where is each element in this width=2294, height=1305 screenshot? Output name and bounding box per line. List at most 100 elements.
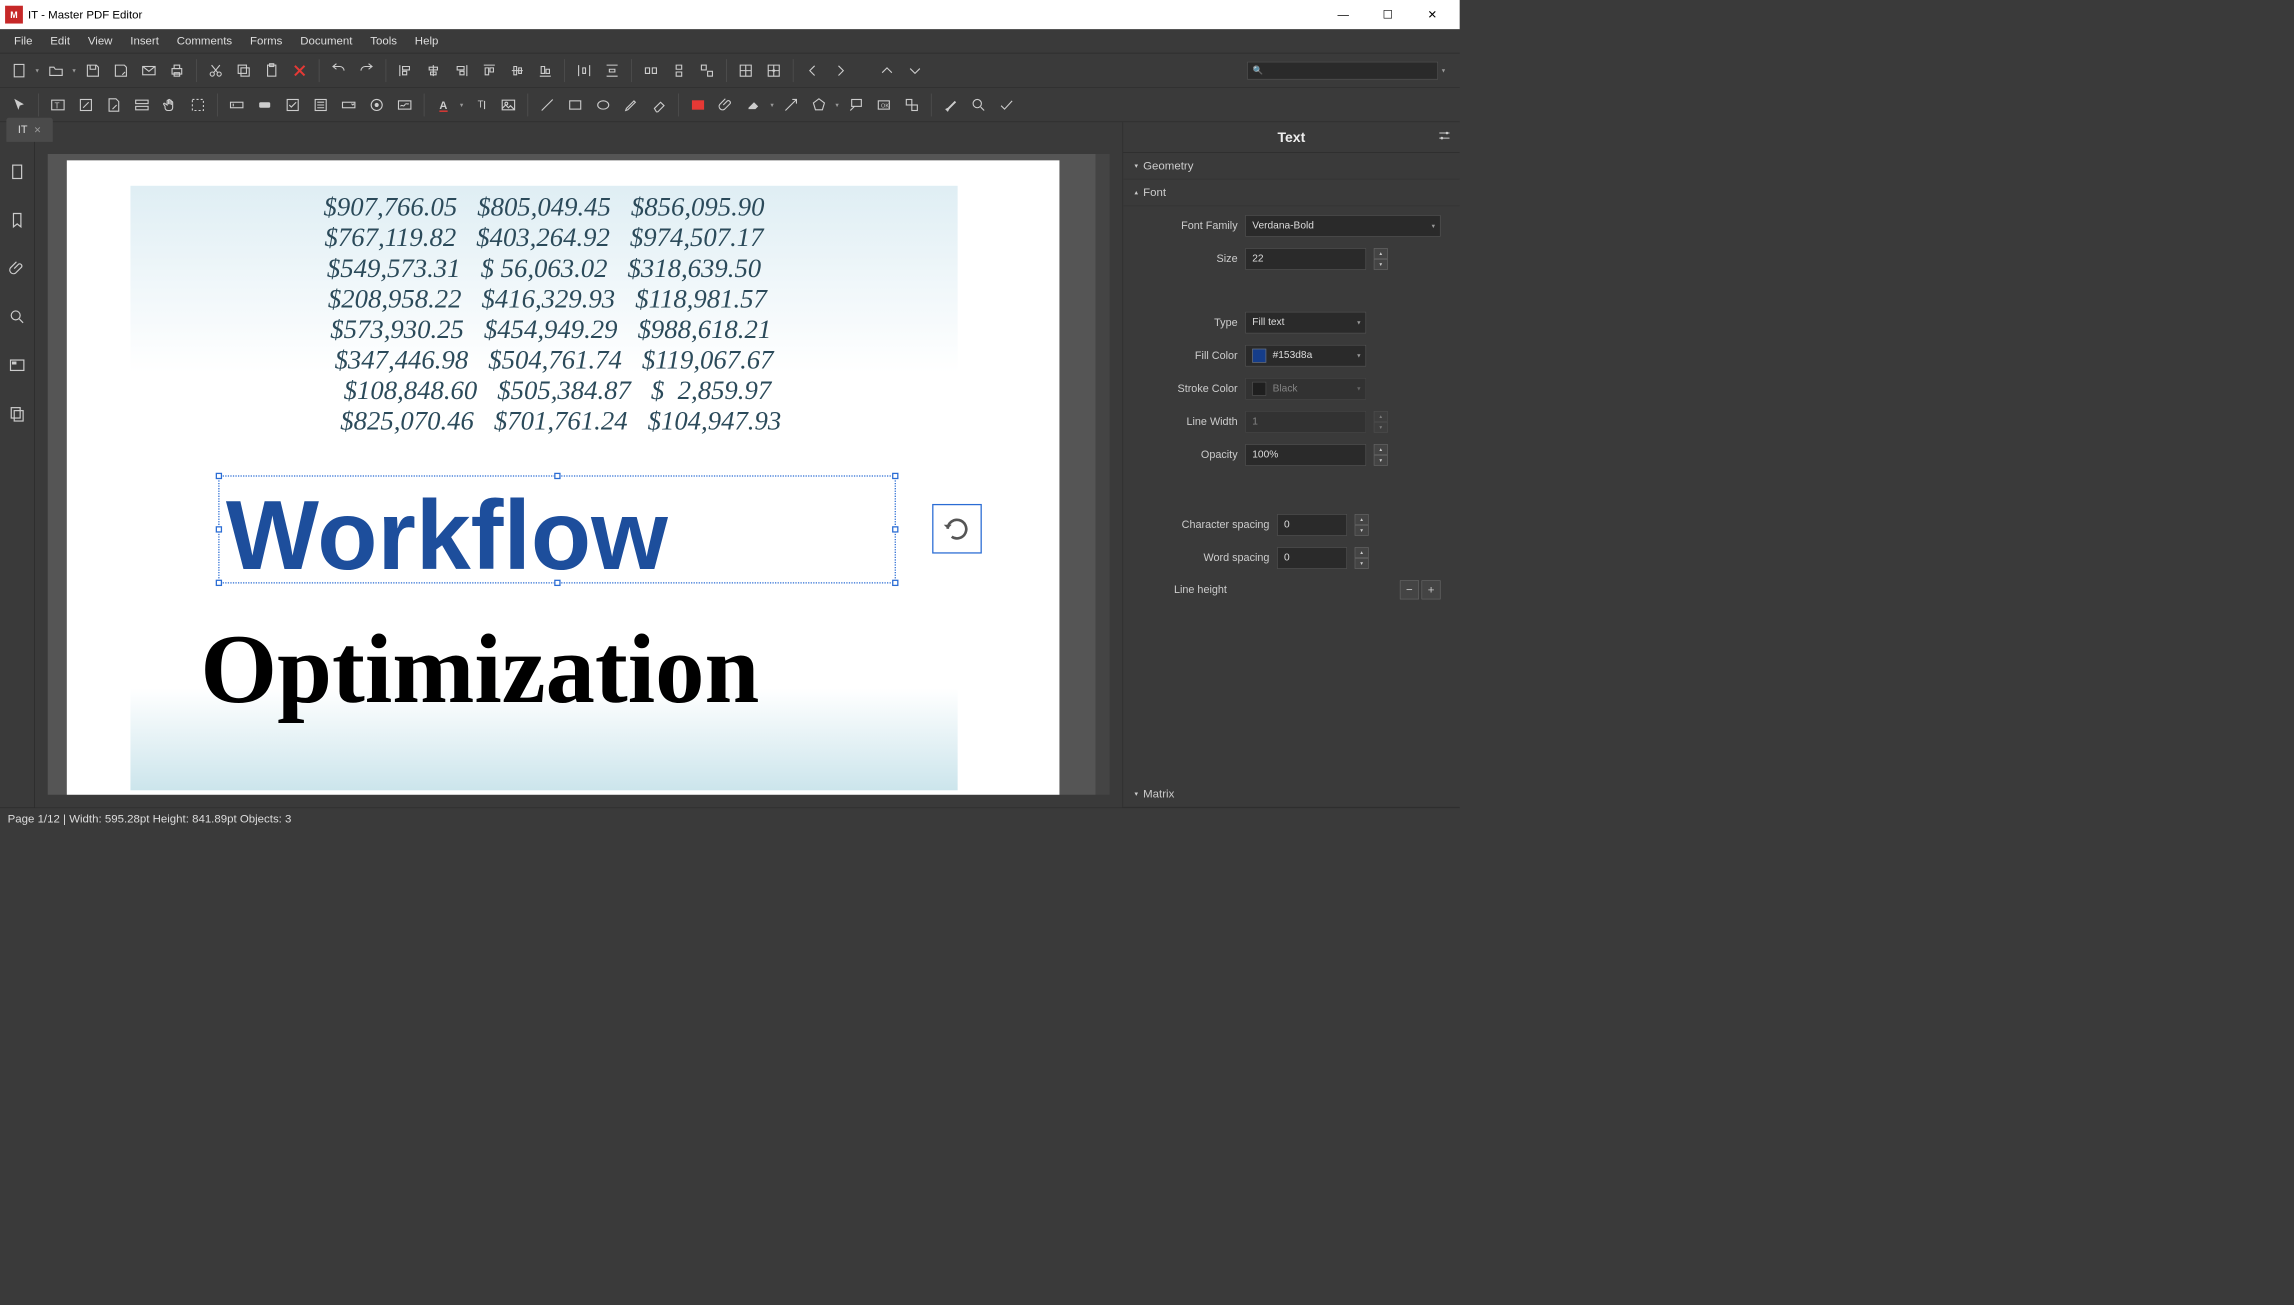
- size-spinner[interactable]: ▴▾: [1374, 248, 1388, 270]
- close-button[interactable]: ✕: [1410, 0, 1455, 29]
- align-top-icon[interactable]: [477, 58, 502, 83]
- rotate-handle-icon[interactable]: [932, 504, 982, 554]
- font-size-input[interactable]: 22: [1245, 248, 1366, 270]
- redact-icon[interactable]: [938, 92, 963, 117]
- edit-text-icon[interactable]: T: [45, 92, 70, 117]
- line-height-minus[interactable]: −: [1400, 580, 1419, 599]
- thumbnails-panel-icon[interactable]: [6, 354, 29, 377]
- combobox-icon[interactable]: [336, 92, 361, 117]
- search-tool-icon[interactable]: [966, 92, 991, 117]
- distribute-v-icon[interactable]: [599, 58, 624, 83]
- radio-icon[interactable]: [364, 92, 389, 117]
- hand-tool-icon[interactable]: [157, 92, 182, 117]
- next-page-icon[interactable]: [828, 58, 853, 83]
- tab-document[interactable]: IT ✕: [6, 118, 52, 142]
- menu-insert[interactable]: Insert: [121, 31, 167, 52]
- menu-view[interactable]: View: [79, 31, 121, 52]
- checkbox-icon[interactable]: [280, 92, 305, 117]
- menu-file[interactable]: File: [5, 31, 41, 52]
- menu-comments[interactable]: Comments: [168, 31, 241, 52]
- word-spacing-input[interactable]: 0: [1277, 547, 1347, 569]
- panel-settings-icon[interactable]: [1437, 128, 1452, 147]
- nav-down-icon[interactable]: [902, 58, 927, 83]
- line-height-plus[interactable]: +: [1421, 580, 1440, 599]
- font-family-select[interactable]: Verdana-Bold▼: [1245, 215, 1440, 237]
- fill-color-select[interactable]: #153d8a▼: [1245, 345, 1366, 367]
- prev-page-icon[interactable]: [800, 58, 825, 83]
- delete-icon[interactable]: [287, 58, 312, 83]
- bookmarks-panel-icon[interactable]: [6, 209, 29, 232]
- align-right-icon[interactable]: [449, 58, 474, 83]
- arrow-tool-icon[interactable]: [778, 92, 803, 117]
- rectangle-tool-icon[interactable]: [562, 92, 587, 117]
- pages-panel-icon[interactable]: [6, 160, 29, 183]
- open-folder-icon[interactable]: [43, 58, 68, 83]
- maximize-button[interactable]: ☐: [1365, 0, 1410, 29]
- highlight-icon[interactable]: [741, 92, 766, 117]
- redo-icon[interactable]: [354, 58, 379, 83]
- menu-edit[interactable]: Edit: [41, 31, 79, 52]
- pencil-tool-icon[interactable]: [618, 92, 643, 117]
- canvas-viewport[interactable]: $907,766.05 $805,049.45 $856,095.90 $767…: [48, 154, 1096, 795]
- search-field[interactable]: [1247, 61, 1438, 79]
- grid-icon[interactable]: [733, 58, 758, 83]
- attachment-icon[interactable]: [713, 92, 738, 117]
- select-area-icon[interactable]: [185, 92, 210, 117]
- undo-icon[interactable]: [326, 58, 351, 83]
- align-left-icon[interactable]: [393, 58, 418, 83]
- same-size-icon[interactable]: [694, 58, 719, 83]
- tab-close-icon[interactable]: ✕: [34, 124, 41, 135]
- stamp-icon[interactable]: OK: [871, 92, 896, 117]
- minimize-button[interactable]: —: [1321, 0, 1366, 29]
- insert-image-icon[interactable]: [496, 92, 521, 117]
- same-width-icon[interactable]: [638, 58, 663, 83]
- menu-help[interactable]: Help: [406, 31, 447, 52]
- opacity-input[interactable]: 100%: [1245, 444, 1366, 466]
- save-as-icon[interactable]: [108, 58, 133, 83]
- text-optimization[interactable]: Optimization: [200, 612, 759, 726]
- copy-icon[interactable]: [231, 58, 256, 83]
- vertical-scrollbar[interactable]: [1096, 154, 1110, 795]
- menu-tools[interactable]: Tools: [361, 31, 406, 52]
- section-font[interactable]: ▴Font: [1123, 179, 1460, 206]
- checkmark-icon[interactable]: [994, 92, 1019, 117]
- pdf-page[interactable]: $907,766.05 $805,049.45 $856,095.90 $767…: [67, 160, 1060, 794]
- same-height-icon[interactable]: [666, 58, 691, 83]
- signature-field-icon[interactable]: [392, 92, 417, 117]
- word-spacing-spinner[interactable]: ▴▾: [1355, 547, 1369, 569]
- search-input[interactable]: [1247, 61, 1438, 79]
- paste-icon[interactable]: [259, 58, 284, 83]
- form-fields-icon[interactable]: [129, 92, 154, 117]
- vertical-text-icon[interactable]: T: [468, 92, 493, 117]
- search-panel-icon[interactable]: [6, 305, 29, 328]
- align-center-h-icon[interactable]: [421, 58, 446, 83]
- edit-document-icon[interactable]: [101, 92, 126, 117]
- insert-text-icon[interactable]: A: [431, 92, 456, 117]
- print-icon[interactable]: [164, 58, 189, 83]
- polygon-tool-icon[interactable]: [806, 92, 831, 117]
- line-tool-icon[interactable]: [534, 92, 559, 117]
- initials-icon[interactable]: [899, 92, 924, 117]
- ellipse-tool-icon[interactable]: [590, 92, 615, 117]
- listbox-icon[interactable]: [308, 92, 333, 117]
- select-arrow-icon[interactable]: [6, 92, 31, 117]
- link-rect-icon[interactable]: [685, 92, 710, 117]
- char-spacing-input[interactable]: 0: [1277, 514, 1347, 536]
- callout-icon[interactable]: [843, 92, 868, 117]
- section-geometry[interactable]: ▾Geometry: [1123, 153, 1460, 180]
- selection-box[interactable]: [218, 475, 896, 583]
- cut-icon[interactable]: [203, 58, 228, 83]
- menu-forms[interactable]: Forms: [241, 31, 291, 52]
- opacity-spinner[interactable]: ▴▾: [1374, 444, 1388, 466]
- new-file-icon[interactable]: [6, 58, 31, 83]
- menu-document[interactable]: Document: [291, 31, 361, 52]
- type-select[interactable]: Fill text▼: [1245, 312, 1366, 334]
- edit-forms-icon[interactable]: [73, 92, 98, 117]
- nav-up-icon[interactable]: [874, 58, 899, 83]
- attachments-panel-icon[interactable]: [6, 257, 29, 280]
- char-spacing-spinner[interactable]: ▴▾: [1355, 514, 1369, 536]
- eraser-tool-icon[interactable]: [646, 92, 671, 117]
- layers-panel-icon[interactable]: [6, 402, 29, 425]
- button-field-icon[interactable]: [252, 92, 277, 117]
- distribute-h-icon[interactable]: [571, 58, 596, 83]
